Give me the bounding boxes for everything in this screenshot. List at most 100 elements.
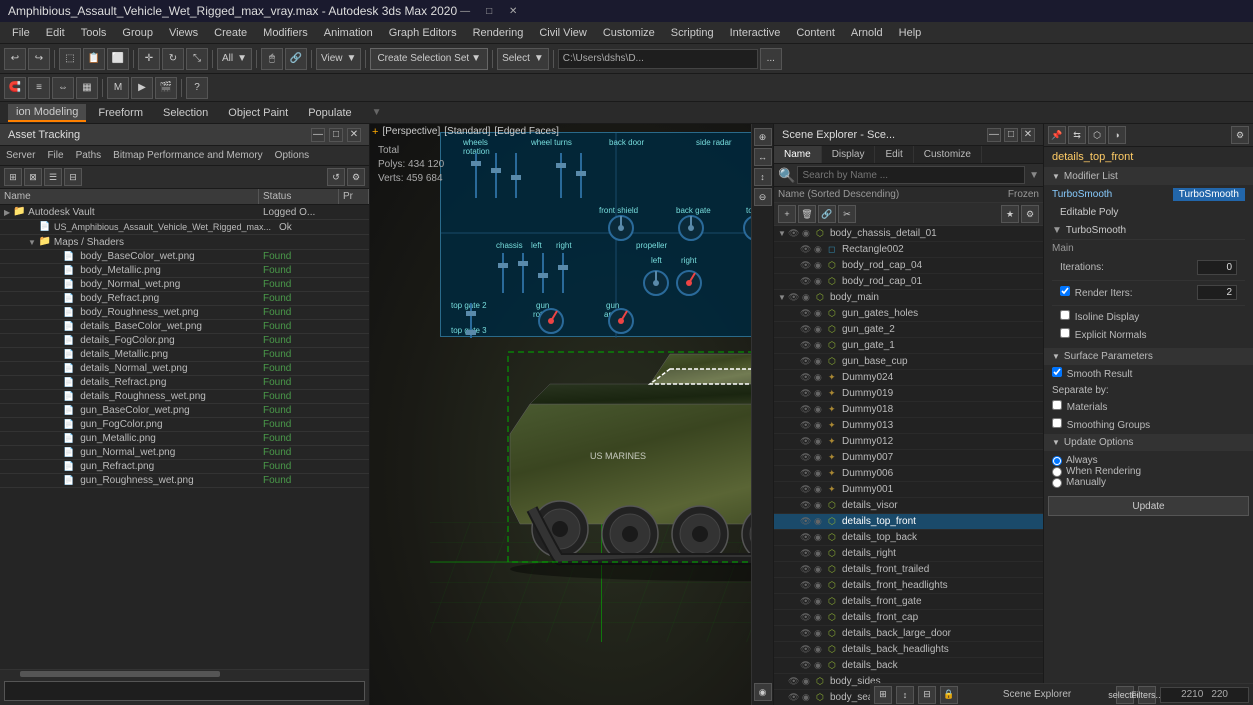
viewport-shading-label[interactable]: [Standard] bbox=[444, 126, 490, 138]
file-row-14[interactable]: 📄 gun_Normal_wet.png Found bbox=[0, 446, 369, 460]
menu-modifiers[interactable]: Modifiers bbox=[255, 25, 316, 41]
mod-turbosmooth[interactable]: TurboSmooth TurboSmooth bbox=[1044, 185, 1253, 204]
si-eye-9[interactable]: 👁 bbox=[800, 372, 814, 383]
help-btn[interactable]: ? bbox=[186, 77, 208, 99]
scene-bot-btn4[interactable]: 🔒 bbox=[940, 686, 958, 704]
scene-item-10[interactable]: 👁 ◉ ✦ Dummy019 bbox=[774, 386, 1043, 402]
mirror-btn[interactable]: ⇔ bbox=[52, 77, 74, 99]
update-button[interactable]: Update bbox=[1048, 496, 1249, 516]
file-row-6[interactable]: 📄 details_FogColor.png Found bbox=[0, 334, 369, 348]
asset-search-input[interactable] bbox=[4, 681, 365, 701]
surface-params-header[interactable]: Surface Parameters bbox=[1044, 348, 1253, 365]
menu-group[interactable]: Group bbox=[114, 25, 161, 41]
si-eye-14[interactable]: 👁 bbox=[800, 452, 814, 463]
menu-help[interactable]: Help bbox=[891, 25, 930, 41]
menu-file[interactable]: File bbox=[4, 25, 38, 41]
rect-sel-btn[interactable]: ⬜ bbox=[107, 48, 129, 70]
select-dropdown[interactable]: Select ▼ bbox=[497, 48, 549, 70]
si-eye-15[interactable]: 👁 bbox=[800, 468, 814, 479]
scene-item-5[interactable]: 👁 ◉ ⬡ gun_gates_holes bbox=[774, 306, 1043, 322]
menu-views[interactable]: Views bbox=[161, 25, 206, 41]
asset-tb2[interactable]: ⊠ bbox=[24, 168, 42, 186]
si-eye-24[interactable]: 👁 bbox=[800, 612, 814, 623]
scene-item-23[interactable]: 👁 ◉ ⬡ details_front_gate bbox=[774, 594, 1043, 610]
si-eye-21[interactable]: 👁 bbox=[800, 564, 814, 575]
ts-render-iters-input[interactable] bbox=[1197, 285, 1237, 300]
scene-item-20[interactable]: 👁 ◉ ⬡ details_right bbox=[774, 546, 1043, 562]
asset-tb3[interactable]: ☰ bbox=[44, 168, 62, 186]
asset-settings-btn[interactable]: ⚙ bbox=[347, 168, 365, 186]
si-eye-8[interactable]: 👁 bbox=[800, 356, 814, 367]
view-dropdown[interactable]: View ▼ bbox=[316, 48, 361, 70]
menu-graph-editors[interactable]: Graph Editors bbox=[381, 25, 465, 41]
props-settings-btn[interactable]: ⚙ bbox=[1231, 126, 1249, 144]
scene-item-6[interactable]: 👁 ◉ ⬡ gun_gate_2 bbox=[774, 322, 1043, 338]
update-options-header[interactable]: Update Options bbox=[1044, 434, 1253, 451]
scale-btn[interactable]: ⤡ bbox=[186, 48, 208, 70]
menu-edit[interactable]: Edit bbox=[38, 25, 73, 41]
si-eye-22[interactable]: 👁 bbox=[800, 580, 814, 591]
si-eye-12[interactable]: 👁 bbox=[800, 420, 814, 431]
si-eye-4[interactable]: 👁 bbox=[788, 292, 802, 303]
file-row-10[interactable]: 📄 details_Roughness_wet.png Found bbox=[0, 390, 369, 404]
si-eye-0[interactable]: 👁 bbox=[788, 228, 802, 239]
scene-item-1[interactable]: 👁 ◉ ◻ Rectangle002 bbox=[774, 242, 1043, 258]
si-eye-17[interactable]: 👁 bbox=[800, 500, 814, 511]
filter-dropdown[interactable]: All ▼ bbox=[217, 48, 252, 70]
asset-menu-server[interactable]: Server bbox=[4, 148, 37, 163]
scene-item-13[interactable]: 👁 ◉ ✦ Dummy012 bbox=[774, 434, 1043, 450]
file-row-7[interactable]: 📄 details_Metallic.png Found bbox=[0, 348, 369, 362]
render-frame-btn[interactable]: 🎬 bbox=[155, 77, 177, 99]
scene-item-7[interactable]: 👁 ◉ ⬡ gun_gate_1 bbox=[774, 338, 1043, 354]
ts-materials-check[interactable] bbox=[1052, 400, 1062, 410]
file-row-4[interactable]: 📄 body_Roughness_wet.png Found bbox=[0, 306, 369, 320]
si-eye-11[interactable]: 👁 bbox=[800, 404, 814, 415]
snap-btn[interactable]: 🧲 bbox=[4, 77, 26, 99]
manually-radio[interactable] bbox=[1052, 478, 1062, 488]
asset-hscroll[interactable] bbox=[0, 669, 369, 677]
scene-link-btn[interactable]: 🔗 bbox=[818, 205, 836, 223]
asset-menu-paths[interactable]: Paths bbox=[74, 148, 104, 163]
file-row-2[interactable]: 📄 body_Normal_wet.png Found bbox=[0, 278, 369, 292]
menu-civil-view[interactable]: Civil View bbox=[531, 25, 594, 41]
viewport-edges-label[interactable]: [Edged Faces] bbox=[494, 126, 558, 138]
viewport-mode-label[interactable]: [Perspective] bbox=[382, 126, 440, 138]
vault-expand[interactable]: ▶ bbox=[4, 208, 10, 217]
scene-item-4[interactable]: ▼ 👁 ◉ ⬡ body_main bbox=[774, 290, 1043, 306]
redo-btn[interactable]: ↪ bbox=[28, 48, 50, 70]
ts-iterations-input[interactable] bbox=[1197, 260, 1237, 275]
file-row-12[interactable]: 📄 gun_FogColor.png Found bbox=[0, 418, 369, 432]
scene-tab-name[interactable]: Name bbox=[774, 146, 822, 163]
scene-item-9[interactable]: 👁 ◉ ✦ Dummy024 bbox=[774, 370, 1043, 386]
viewport-plus-btn[interactable]: + bbox=[372, 126, 378, 138]
rotate-btn[interactable]: ↻ bbox=[162, 48, 184, 70]
props-pin-btn[interactable]: 📌 bbox=[1048, 126, 1066, 144]
props-mesh-btn[interactable]: ⬡ bbox=[1088, 126, 1106, 144]
scene-item-21[interactable]: 👁 ◉ ⬡ details_front_trailed bbox=[774, 562, 1043, 578]
undo-btn[interactable]: ↩ bbox=[4, 48, 26, 70]
file-row-5[interactable]: 📄 details_BaseColor_wet.png Found bbox=[0, 320, 369, 334]
mode-populate[interactable]: Populate bbox=[300, 105, 359, 121]
scene-unlink-btn[interactable]: ✂ bbox=[838, 205, 856, 223]
scene-bot-btn3[interactable]: ⊟ bbox=[918, 686, 936, 704]
file-row-16[interactable]: 📄 gun_Roughness_wet.png Found bbox=[0, 474, 369, 488]
scene-bot-btn2[interactable]: ↕ bbox=[896, 686, 914, 704]
asset-close-btn[interactable]: ✕ bbox=[347, 128, 361, 142]
file-row-3[interactable]: 📄 body_Refract.png Found bbox=[0, 292, 369, 306]
scene-item-17[interactable]: 👁 ◉ ⬡ details_visor bbox=[774, 498, 1043, 514]
mod-editable-poly[interactable]: Editable Poly bbox=[1044, 204, 1253, 221]
ts-explicit-normals-check[interactable] bbox=[1060, 328, 1070, 338]
menu-animation[interactable]: Animation bbox=[316, 25, 381, 41]
menu-create[interactable]: Create bbox=[206, 25, 255, 41]
scene-item-22[interactable]: 👁 ◉ ⬡ details_front_headlights bbox=[774, 578, 1043, 594]
file-row-0[interactable]: 📄 body_BaseColor_wet.png Found bbox=[0, 250, 369, 264]
file-row-13[interactable]: 📄 gun_Metallic.png Found bbox=[0, 432, 369, 446]
scene-item-25[interactable]: 👁 ◉ ⬡ details_back_large_door bbox=[774, 626, 1043, 642]
select-by-name-btn[interactable]: 📋 bbox=[83, 48, 105, 70]
scene-item-3[interactable]: 👁 ◉ ⬡ body_rod_cap_01 bbox=[774, 274, 1043, 290]
scene-tab-display[interactable]: Display bbox=[822, 146, 876, 163]
scene-item-19[interactable]: 👁 ◉ ⬡ details_top_back bbox=[774, 530, 1043, 546]
menu-tools[interactable]: Tools bbox=[73, 25, 115, 41]
vp-nav-btn2[interactable]: ↔ bbox=[754, 148, 772, 166]
si-eye-5[interactable]: 👁 bbox=[800, 308, 814, 319]
